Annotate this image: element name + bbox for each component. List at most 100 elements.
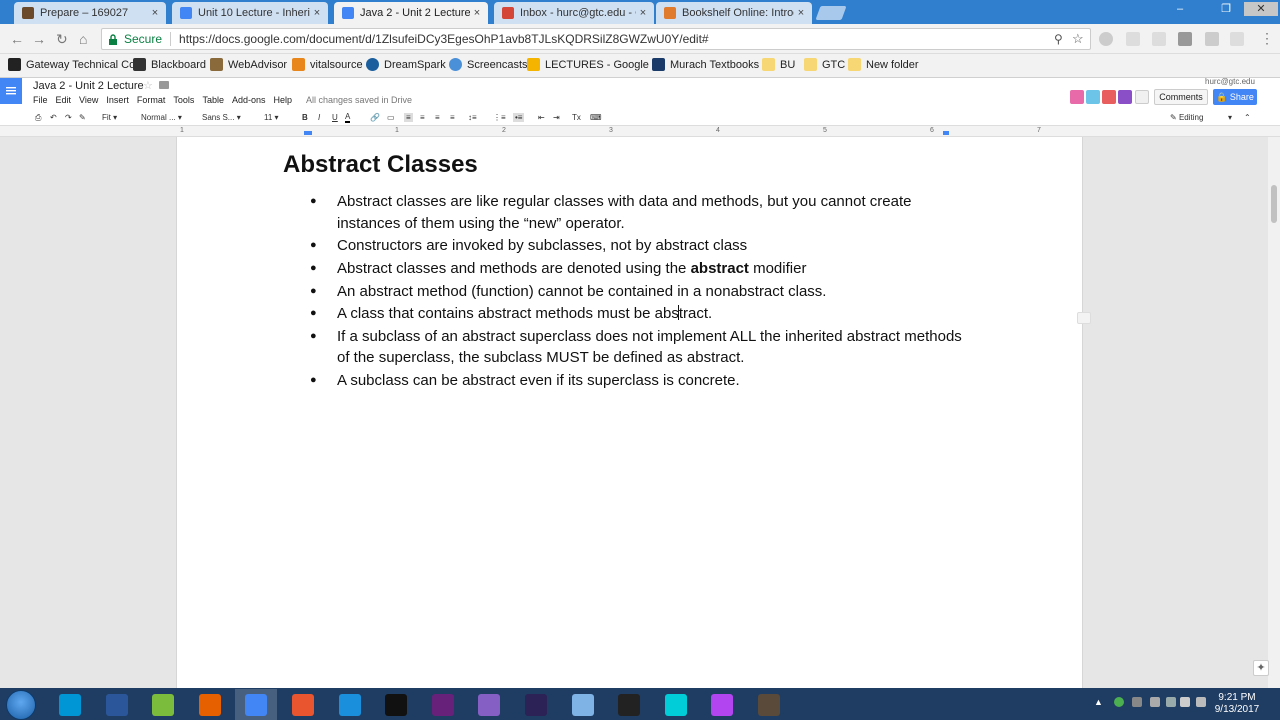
taskbar-app-button[interactable] <box>701 689 743 720</box>
comment-icon[interactable]: ▭ <box>387 113 395 122</box>
bold-button[interactable]: B <box>302 113 308 122</box>
menu-view[interactable]: View <box>79 95 98 105</box>
tab-close-icon[interactable]: × <box>636 7 650 19</box>
taskbar-app-button[interactable] <box>282 689 324 720</box>
bookmark-gateway[interactable]: Gateway Technical Co <box>8 58 135 71</box>
list-item[interactable]: Constructors are invoked by subclasses, … <box>307 235 967 257</box>
bulleted-list-icon[interactable]: •≡ <box>513 113 525 122</box>
extension-icon[interactable] <box>1230 32 1244 46</box>
collapse-menus-icon[interactable]: ⌃ <box>1244 113 1251 122</box>
decrease-indent-icon[interactable]: ⇤ <box>538 113 545 122</box>
bookmark-murach[interactable]: Murach Textbooks <box>652 58 759 71</box>
font-select[interactable]: Sans S... ▾ <box>202 113 241 122</box>
extension-icon[interactable] <box>1178 32 1192 46</box>
addon-icon[interactable] <box>1102 90 1116 104</box>
addon-icon[interactable] <box>1118 90 1132 104</box>
tab-unit10-lecture[interactable]: Unit 10 Lecture - Inherita × <box>172 2 328 24</box>
back-arrow-icon[interactable]: ← <box>10 31 24 47</box>
url-text[interactable]: https://docs.google.com/document/d/1Zlsu… <box>179 32 709 46</box>
menu-format[interactable]: Format <box>137 95 166 105</box>
italic-button[interactable]: I <box>318 113 320 122</box>
tab-bookshelf[interactable]: Bookshelf Online: Introdu × <box>656 2 812 24</box>
line-spacing-icon[interactable]: ↕≡ <box>468 113 477 122</box>
taskbar-app-button[interactable] <box>235 689 277 720</box>
increase-indent-icon[interactable]: ⇥ <box>553 113 560 122</box>
menu-table[interactable]: Table <box>202 95 224 105</box>
tab-prepare[interactable]: Prepare – 169027 × <box>14 2 166 24</box>
vertical-scrollbar[interactable] <box>1268 137 1280 688</box>
list-item[interactable]: If a subclass of an abstract superclass … <box>307 326 967 369</box>
right-indent-marker[interactable] <box>943 131 949 135</box>
list-item[interactable]: A class that contains abstract methods m… <box>307 303 967 325</box>
list-item[interactable]: Abstract classes are like regular classe… <box>307 191 967 234</box>
chat-icon[interactable] <box>1135 90 1149 104</box>
menu-addons[interactable]: Add-ons <box>232 95 266 105</box>
star-icon[interactable]: ☆ <box>143 79 153 92</box>
align-center-icon[interactable]: ≡ <box>420 113 425 122</box>
taskbar-app-button[interactable] <box>562 689 604 720</box>
folder-icon[interactable] <box>159 81 169 89</box>
zoom-select[interactable]: Fit ▾ <box>102 113 117 122</box>
explore-button[interactable]: ✦ <box>1253 660 1269 676</box>
extension-icon[interactable] <box>1126 32 1140 46</box>
minimize-button[interactable]: – <box>1168 2 1192 16</box>
link-icon[interactable]: 🔗 <box>370 113 380 122</box>
document-title[interactable]: Java 2 - Unit 2 Lecture <box>33 80 144 92</box>
align-right-icon[interactable]: ≡ <box>435 113 440 122</box>
taskbar-app-button[interactable] <box>515 689 557 720</box>
taskbar-app-button[interactable] <box>748 689 790 720</box>
menu-edit[interactable]: Edit <box>56 95 72 105</box>
reload-icon[interactable]: ↻ <box>56 31 68 48</box>
volume-icon[interactable] <box>1196 697 1206 707</box>
clear-formatting-button[interactable]: Tx <box>572 113 581 122</box>
tab-close-icon[interactable]: × <box>470 7 484 19</box>
tab-close-icon[interactable]: × <box>148 7 162 19</box>
new-tab-button[interactable] <box>815 6 847 20</box>
text-color-button[interactable]: A <box>345 113 351 123</box>
bookmark-folder-bu[interactable]: BU <box>762 58 795 71</box>
list-item[interactable]: A subclass can be abstract even if its s… <box>307 370 967 392</box>
network-icon[interactable] <box>1166 697 1176 707</box>
document-heading[interactable]: Abstract Classes <box>283 151 478 179</box>
comments-button[interactable]: Comments <box>1154 89 1208 105</box>
signal-icon[interactable] <box>1180 697 1190 707</box>
align-left-icon[interactable]: ≡ <box>404 113 413 122</box>
google-docs-home-icon[interactable] <box>0 78 22 104</box>
justify-icon[interactable]: ≡ <box>450 113 455 122</box>
save-status[interactable]: All changes saved in Drive <box>306 95 412 105</box>
undo-icon[interactable]: ↶ <box>50 113 57 122</box>
left-indent-marker[interactable] <box>304 131 312 135</box>
home-icon[interactable]: ⌂ <box>79 31 87 47</box>
bookmark-webadvisor[interactable]: WebAdvisor <box>210 58 287 71</box>
addon-icon[interactable] <box>1086 90 1100 104</box>
chrome-menu-icon[interactable]: ⋮ <box>1260 30 1274 47</box>
add-comment-icon[interactable] <box>1077 312 1091 324</box>
numbered-list-icon[interactable]: ⋮≡ <box>493 113 506 122</box>
mode-dropdown-icon[interactable]: ▾ <box>1228 113 1232 122</box>
addon-icon[interactable] <box>1070 90 1084 104</box>
underline-button[interactable]: U <box>332 113 338 122</box>
bookmark-dreamspark[interactable]: DreamSpark <box>366 58 446 71</box>
font-size-select[interactable]: 11 ▾ <box>264 113 279 122</box>
tab-close-icon[interactable]: × <box>310 7 324 19</box>
menu-insert[interactable]: Insert <box>106 95 129 105</box>
bookmark-lectures[interactable]: LECTURES - Google D <box>527 58 660 71</box>
search-icon[interactable]: ⚲ <box>1054 32 1063 46</box>
tray-app-icon[interactable] <box>1114 697 1124 707</box>
scrollbar-thumb[interactable] <box>1271 185 1277 223</box>
maximize-button[interactable]: ❐ <box>1214 2 1238 16</box>
taskbar-app-button[interactable] <box>189 689 231 720</box>
redo-icon[interactable]: ↷ <box>65 113 72 122</box>
paint-format-icon[interactable]: ✎ <box>79 113 86 122</box>
forward-arrow-icon[interactable]: → <box>32 31 46 47</box>
input-tools-icon[interactable]: ⌨ <box>590 113 602 122</box>
tab-close-icon[interactable]: × <box>794 7 808 19</box>
bookmark-folder-gtc[interactable]: GTC <box>804 58 845 71</box>
taskbar-app-button[interactable] <box>96 689 138 720</box>
close-window-button[interactable]: ✕ <box>1244 2 1278 16</box>
list-item[interactable]: An abstract method (function) cannot be … <box>307 281 967 303</box>
taskbar-app-button[interactable] <box>422 689 464 720</box>
address-bar[interactable]: Secure https://docs.google.com/document/… <box>101 28 1091 50</box>
bookmark-screencasts[interactable]: Screencasts <box>449 58 528 71</box>
taskbar-app-button[interactable] <box>655 689 697 720</box>
